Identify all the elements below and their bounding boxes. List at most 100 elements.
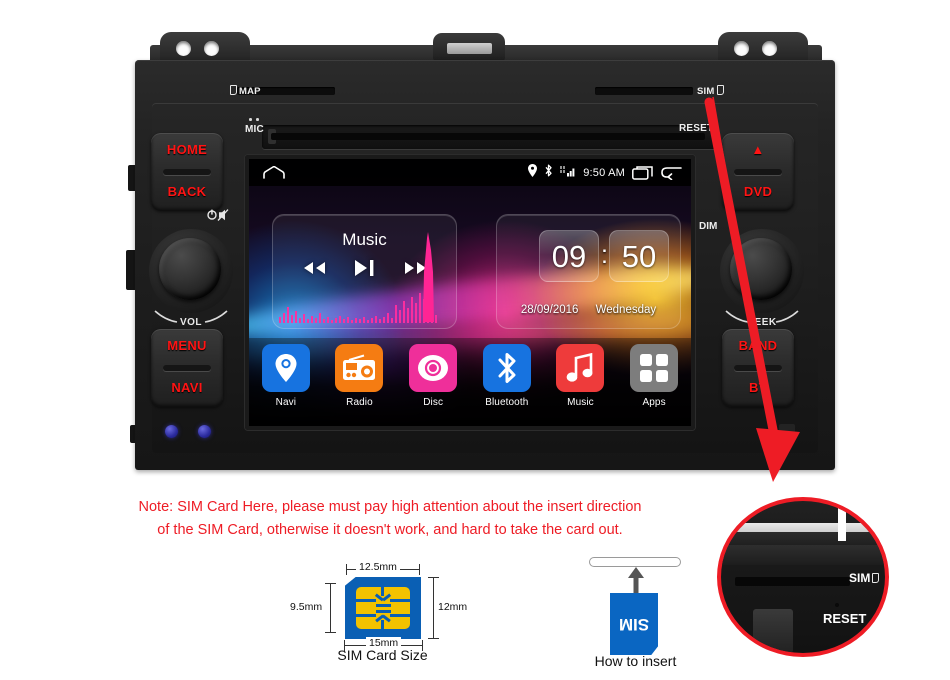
- sim-card-graphic: [345, 577, 421, 639]
- clock-dateline: 28/09/2016 Wednesday: [497, 304, 680, 316]
- indicator-led: [198, 425, 211, 438]
- inset-sim-slot[interactable]: [735, 577, 850, 586]
- status-clock: 9:50 AM: [583, 166, 625, 179]
- dim-height-left: 9.5mm: [290, 601, 323, 613]
- dim-line-left: [330, 583, 332, 633]
- inset-reset-pinhole[interactable]: [835, 603, 839, 607]
- map-slot-label: MAP: [228, 85, 261, 97]
- location-pin-icon[interactable]: [261, 344, 310, 392]
- rocker-divider: [163, 169, 211, 175]
- home-button-label[interactable]: HOME: [151, 142, 223, 157]
- app-music[interactable]: Music: [549, 344, 611, 408]
- insert-sim-card-graphic: SIM: [610, 593, 658, 655]
- screenshot-stage: MAP SIM MIC RESET HOME BACK VOL MENU NAV…: [0, 0, 950, 680]
- menu-button-label[interactable]: MENU: [151, 338, 223, 353]
- disc-icon[interactable]: [409, 344, 458, 392]
- eject-dvd-rocker[interactable]: ▲ DVD: [722, 133, 794, 211]
- bluetooth-icon: [544, 164, 553, 182]
- back-icon[interactable]: [661, 166, 683, 180]
- menu-navi-rocker[interactable]: MENU NAVI: [151, 329, 223, 407]
- disc-slot[interactable]: [262, 125, 717, 149]
- bluetooth-icon[interactable]: [482, 344, 531, 392]
- app-radio[interactable]: Radio: [328, 344, 390, 408]
- music-widget[interactable]: Music: [272, 214, 457, 329]
- inset-panel-detail: [753, 609, 793, 653]
- seek-label: SEEK: [747, 317, 777, 328]
- dim-line-right: [433, 577, 435, 639]
- bracket-hole: [176, 41, 191, 56]
- rocker-divider: [163, 365, 211, 371]
- app-label: Navi: [275, 397, 297, 408]
- power-mute-icon: [207, 208, 229, 221]
- android-status-bar: 9:50 AM: [249, 159, 691, 186]
- app-label: Disc: [423, 397, 444, 408]
- map-label-text: MAP: [239, 86, 261, 97]
- clock-separator: :: [601, 241, 608, 269]
- touchscreen-bezel: 9:50 AM Music 09: 50 28/09/2016 Wednesd…: [245, 155, 695, 430]
- sim-slot-closeup-inset: SIM RESET: [717, 497, 889, 657]
- mic-label: MIC: [245, 124, 264, 135]
- how-to-insert-caption: How to insert: [594, 653, 677, 669]
- signal-icon: [560, 164, 576, 182]
- microphone-holes-icon: [249, 118, 261, 121]
- home-icon[interactable]: [263, 165, 285, 179]
- app-dock: Navi Radio Disc Bluetooth Music Apps: [249, 338, 691, 426]
- right-button-cluster: ▲ DVD DIM SEEK BAND BT: [699, 133, 806, 433]
- app-label: Radio: [346, 397, 373, 408]
- app-navi[interactable]: Navi: [255, 344, 317, 408]
- sim-card-slot[interactable]: [595, 87, 693, 95]
- skyline-spire-icon: [423, 232, 434, 322]
- music-note-icon[interactable]: [556, 344, 605, 392]
- dvd-button-label[interactable]: DVD: [722, 184, 794, 199]
- back-button-label[interactable]: BACK: [151, 184, 223, 199]
- center-clip: [433, 33, 505, 61]
- bracket-hole: [762, 41, 777, 56]
- rocker-divider: [734, 169, 782, 175]
- app-bluetooth[interactable]: Bluetooth: [476, 344, 538, 408]
- radio-icon[interactable]: [335, 344, 384, 392]
- seek-knob[interactable]: [718, 227, 806, 315]
- inset-reset-label: RESET: [823, 611, 867, 626]
- dim-label: DIM: [699, 221, 718, 232]
- clock-date: 28/09/2016: [520, 304, 579, 316]
- app-disc[interactable]: Disc: [402, 344, 464, 408]
- sim-card-size-diagram: 12.5mm 9.5mm 12mm 15mm SIM Card Size: [290, 555, 468, 670]
- clock-widget[interactable]: 09 : 50 28/09/2016 Wednesday: [496, 214, 681, 329]
- volume-knob[interactable]: [147, 227, 235, 315]
- navi-button-label[interactable]: NAVI: [151, 380, 223, 395]
- band-button-label[interactable]: BAND: [722, 338, 794, 353]
- card-glyph-icon: [872, 573, 880, 583]
- location-icon: [528, 163, 538, 182]
- grid-apps-icon[interactable]: [630, 344, 679, 392]
- touchscreen-display[interactable]: 9:50 AM Music 09: 50 28/09/2016 Wednesd…: [249, 159, 691, 426]
- indicator-led: [165, 425, 178, 438]
- bt-button-label[interactable]: BT: [722, 380, 794, 395]
- insert-slot-graphic: [589, 557, 681, 567]
- inset-shelf-lower: [721, 545, 885, 565]
- reset-label: RESET: [679, 123, 714, 134]
- app-label: Apps: [642, 397, 666, 408]
- inset-shelf: [721, 523, 885, 545]
- up-arrow-icon: [628, 567, 644, 595]
- panel-square-detail: [779, 424, 795, 436]
- app-label: Bluetooth: [485, 397, 529, 408]
- card-glyph-icon: [716, 85, 724, 95]
- vol-label: VOL: [179, 317, 203, 328]
- dim-height-right: 12mm: [438, 601, 468, 613]
- app-apps[interactable]: Apps: [623, 344, 685, 408]
- inset-sim-label: SIM: [849, 571, 881, 585]
- system-icons: 9:50 AM: [528, 159, 683, 186]
- sim-diagram-caption: SIM Card Size: [337, 647, 428, 663]
- band-bt-rocker[interactable]: BAND BT: [722, 329, 794, 407]
- dim-width-top: 12.5mm: [356, 561, 400, 573]
- how-to-insert-diagram: SIM How to insert: [575, 553, 695, 670]
- note-line-1: Note: SIM Card Here, please must pay hig…: [138, 499, 642, 515]
- recents-icon[interactable]: [632, 165, 654, 180]
- note-line-2: of the SIM Card, otherwise it doesn't wo…: [157, 522, 623, 538]
- home-back-rocker[interactable]: HOME BACK: [151, 133, 223, 211]
- rocker-divider: [734, 365, 782, 371]
- sim-slot-label: SIM: [697, 85, 726, 97]
- eject-button-label[interactable]: ▲: [722, 142, 794, 157]
- clock-minutes: 50: [609, 230, 669, 282]
- bracket-hole: [204, 41, 219, 56]
